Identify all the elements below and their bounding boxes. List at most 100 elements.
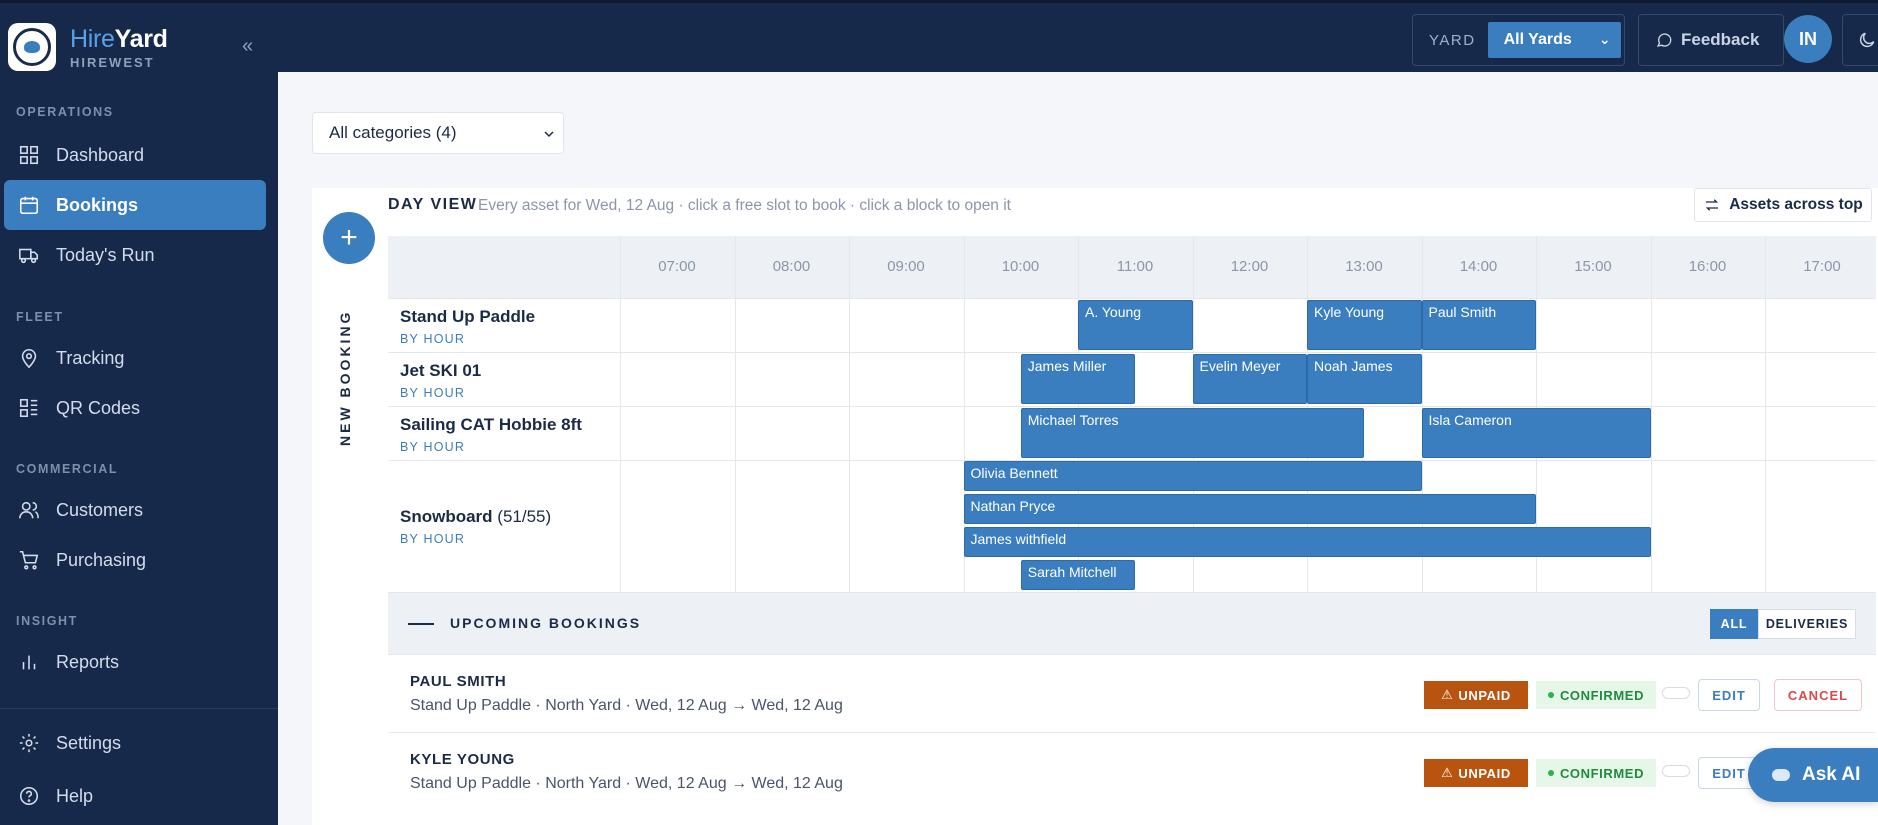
chevron-down-icon: [544, 131, 554, 138]
asset-name[interactable]: Jet SKI 01: [400, 361, 481, 381]
booking-block[interactable]: Nathan Pryce: [963, 494, 1536, 524]
sidebar-item-settings[interactable]: Settings: [4, 718, 266, 768]
booking-block[interactable]: Sarah Mitchell: [1020, 560, 1136, 590]
toggle-pill[interactable]: [1662, 687, 1690, 699]
booking-block[interactable]: James Miller: [1020, 354, 1136, 404]
sidebar-item-customers[interactable]: Customers: [4, 485, 266, 535]
category-select-value: All categories (4): [329, 123, 457, 142]
yard-select[interactable]: All Yards ⌄: [1487, 22, 1621, 58]
sidebar-item-label: Dashboard: [56, 144, 145, 165]
category-select[interactable]: All categories (4): [312, 112, 564, 154]
brand-company: HIREWEST: [70, 54, 155, 70]
theme-toggle[interactable]: [1842, 14, 1878, 66]
asset-rate: BY HOUR: [400, 332, 466, 346]
feedback-button[interactable]: Feedback: [1638, 14, 1784, 66]
pin-icon: [16, 345, 42, 371]
sidebar-item-reports[interactable]: Reports: [4, 637, 266, 687]
asset-name[interactable]: Sailing CAT Hobbie 8ft: [400, 415, 582, 435]
booking-block[interactable]: James withfield: [963, 527, 1651, 557]
asset-name[interactable]: Snowboard (51/55): [400, 507, 551, 527]
confirmed-badge: CONFIRMED: [1536, 681, 1656, 709]
sidebar-item-label: Today's Run: [56, 244, 155, 265]
brand[interactable]: HireYard HIREWEST: [8, 23, 168, 71]
sidebar-item-label: Settings: [56, 732, 122, 753]
hour-label: 07:00: [658, 258, 696, 275]
yard-select-value: All Yards: [1503, 31, 1572, 48]
sidebar-item-qr-codes[interactable]: QR Codes: [4, 383, 266, 433]
warning-icon: ⚠: [1441, 765, 1454, 780]
truck-icon: [16, 242, 42, 268]
upcoming-bookings-title: UPCOMING BOOKINGS: [450, 615, 642, 631]
brand-name: HireYard: [70, 24, 168, 53]
upcoming-bookings-header: UPCOMING BOOKINGS ALL DELIVERIES: [388, 592, 1876, 654]
sidebar-item-tracking[interactable]: Tracking: [4, 333, 266, 383]
hour-label: 15:00: [1574, 258, 1612, 275]
calendar-icon: [16, 192, 42, 218]
booking-block[interactable]: Olivia Bennett: [963, 461, 1422, 491]
chevron-down-icon: ⌄: [1598, 31, 1611, 47]
new-booking-label[interactable]: NEW BOOKING: [337, 246, 353, 446]
asset-rate: BY HOUR: [400, 532, 466, 546]
booking-block[interactable]: Kyle Young: [1307, 300, 1422, 350]
sidebar-item-dashboard[interactable]: Dashboard: [4, 130, 266, 180]
payment-status: UNPAID: [1458, 687, 1511, 703]
hour-label: 14:00: [1459, 258, 1498, 275]
booking-block[interactable]: Noah James: [1307, 354, 1422, 404]
asset-name[interactable]: Stand Up Paddle: [400, 307, 535, 327]
cancel-button[interactable]: CANCEL: [1774, 679, 1862, 711]
main-content: All categories (4) + NEW BOOKING DAY VIE…: [278, 72, 1878, 825]
payment-status: UNPAID: [1458, 765, 1511, 781]
filter-all-button[interactable]: ALL: [1710, 609, 1758, 639]
booking-block[interactable]: Isla Cameron: [1421, 408, 1651, 458]
yard-selector[interactable]: YARD All Yards ⌄: [1412, 14, 1625, 66]
collapse-dash-icon[interactable]: [408, 623, 434, 625]
sidebar-item-label: Customers: [56, 499, 144, 520]
sidebar-item-todays-run[interactable]: Today's Run: [4, 230, 266, 280]
sidebar-item-label: Help: [56, 785, 94, 806]
sidebar-item-help[interactable]: Help: [4, 771, 266, 821]
swap-icon: [1706, 199, 1719, 211]
avatar[interactable]: IN: [1784, 15, 1832, 63]
unpaid-badge: ⚠ UNPAID: [1424, 681, 1528, 709]
assets-across-top-button[interactable]: Assets across top: [1694, 188, 1872, 222]
hour-label: 12:00: [1230, 258, 1269, 275]
sidebar: HireYard HIREWEST « OPERATIONS Dashboard…: [0, 0, 278, 825]
booking-customer: KYLE YOUNG: [410, 751, 515, 768]
booking-status: CONFIRMED: [1559, 765, 1645, 781]
hour-label: 13:00: [1345, 258, 1383, 275]
asset-rate: BY HOUR: [400, 440, 466, 454]
booking-block[interactable]: A. Young: [1078, 300, 1193, 350]
ask-ai-button[interactable]: Ask AI: [1748, 748, 1878, 802]
status-dot-icon: [1547, 692, 1554, 698]
sidebar-item-bookings[interactable]: Bookings: [4, 180, 266, 230]
booking-block[interactable]: Michael Torres: [1020, 408, 1365, 458]
day-view-panel: + NEW BOOKING DAY VIEW Every asset for W…: [312, 188, 1878, 825]
booking-block[interactable]: Evelin Meyer: [1192, 354, 1307, 404]
booking-detail: Stand Up Paddle · North Yard · Wed, 12 A…: [410, 775, 843, 792]
help-icon: [16, 783, 42, 809]
section-operations: OPERATIONS: [16, 105, 114, 119]
grid-icon: [16, 142, 42, 168]
logo-emblem: [13, 28, 51, 66]
users-icon: [16, 497, 42, 523]
hour-label: 10:00: [1001, 258, 1040, 275]
hour-label: 08:00: [772, 258, 811, 275]
sidebar-item-label: Tracking: [56, 347, 125, 368]
status-dot-icon: [1547, 770, 1554, 776]
sidebar-item-label: Purchasing: [56, 549, 147, 570]
day-view-description: Every asset for Wed, 12 Aug · click a fr…: [478, 197, 1011, 214]
booking-row[interactable]: PAUL SMITH Stand Up Paddle · North Yard …: [388, 654, 1876, 732]
edit-button[interactable]: EDIT: [1698, 679, 1760, 711]
ai-bubble-icon: [1772, 769, 1790, 781]
filter-deliveries-button[interactable]: DELIVERIES: [1758, 609, 1856, 639]
sidebar-item-purchasing[interactable]: Purchasing: [4, 535, 266, 585]
toggle-pill[interactable]: [1662, 765, 1690, 777]
booking-status: CONFIRMED: [1559, 687, 1645, 703]
qr-icon: [16, 395, 42, 421]
confirmed-badge: CONFIRMED: [1536, 759, 1656, 787]
collapse-sidebar-icon[interactable]: «: [242, 35, 253, 58]
booking-block[interactable]: Paul Smith: [1421, 300, 1536, 350]
booking-row[interactable]: KYLE YOUNG Stand Up Paddle · North Yard …: [388, 732, 1876, 810]
warning-icon: ⚠: [1441, 687, 1454, 702]
sidebar-item-label: Bookings: [56, 194, 139, 215]
